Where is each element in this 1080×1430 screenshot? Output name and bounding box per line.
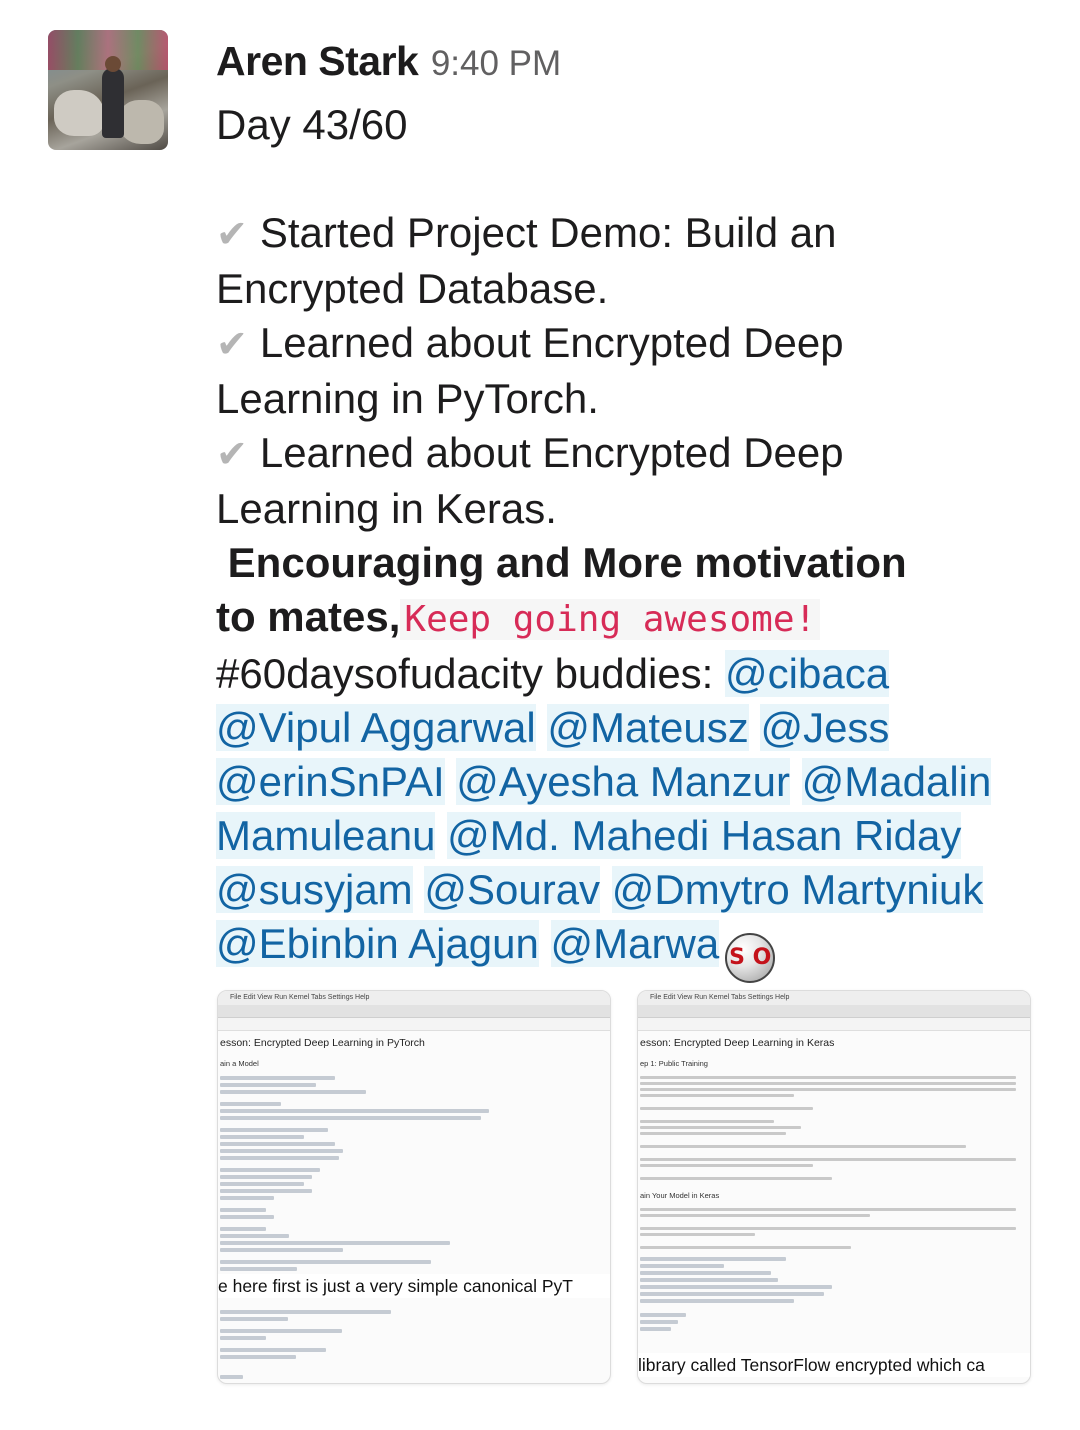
- notebook-toolbar: [218, 1018, 610, 1031]
- mentions-line: @erinSnPAI @Ayesha Manzur @Madalin: [216, 755, 1036, 809]
- inline-code: Keep going awesome!: [400, 599, 821, 640]
- notebook-title: esson: Encrypted Deep Learning in Keras: [640, 1037, 835, 1049]
- checklist-item-continued: Encrypted Database.: [216, 265, 609, 312]
- markdown-cell: [640, 1208, 1024, 1249]
- notebook-menubar: File Edit View Run Kernel Tabs Settings …: [638, 991, 1030, 1005]
- checklist-item: ✔ Learned about Encrypted Deep: [216, 429, 844, 476]
- notebook-title: esson: Encrypted Deep Learning in PyTorc…: [220, 1037, 425, 1049]
- image-attachment-pytorch[interactable]: File Edit View Run Kernel Tabs Settings …: [217, 990, 611, 1384]
- checklist-item: ✔ Started Project Demo: Build an: [216, 209, 837, 256]
- user-mention[interactable]: @Madalin: [801, 758, 992, 805]
- message-header: Aren Stark 9:40 PM: [216, 38, 561, 85]
- sos-badge-icon: S O: [725, 933, 776, 983]
- notebook-tabs: [638, 1005, 1030, 1018]
- checklist-item-continued: Learning in Keras.: [216, 485, 557, 532]
- user-mention[interactable]: @Vipul Aggarwal: [216, 704, 536, 751]
- video-caption: e here first is just a very simple canon…: [218, 1274, 610, 1298]
- user-mention[interactable]: @cibaca: [725, 650, 890, 697]
- checklist-item: ✔ Learned about Encrypted Deep: [216, 319, 844, 366]
- code-cell: [220, 1307, 600, 1383]
- code-cell: [640, 1257, 1024, 1331]
- hashtag-text: #60daysofudacity buddies:: [216, 650, 726, 697]
- check-mark-icon: ✔: [216, 324, 248, 366]
- image-attachment-keras[interactable]: File Edit View Run Kernel Tabs Settings …: [637, 990, 1031, 1384]
- user-mention[interactable]: @Jess: [760, 704, 890, 751]
- code-cell: [220, 1076, 604, 1271]
- user-mention[interactable]: @Dmytro Martyniuk: [611, 866, 984, 913]
- mentions-line: @susyjam @Sourav @Dmytro Martyniuk: [216, 863, 1036, 917]
- checklist-item-continued: Learning in PyTorch.: [216, 375, 599, 422]
- markdown-cell: [640, 1076, 1024, 1180]
- user-mention[interactable]: @Mateusz: [547, 704, 749, 751]
- section-heading: ain Your Model in Keras: [640, 1191, 720, 1200]
- avatar-rock: [54, 90, 104, 136]
- user-mention[interactable]: @erinSnPAI: [216, 758, 445, 805]
- message-title: Day 43/60: [216, 101, 408, 148]
- message-body: Day 43/60 ✔ Started Project Demo: Build a…: [216, 98, 1036, 983]
- user-mention[interactable]: @Ayesha Manzur: [456, 758, 790, 805]
- bold-text: Encouraging and More motivation: [216, 539, 907, 586]
- user-mention[interactable]: @susyjam: [216, 866, 413, 913]
- user-mention[interactable]: @Sourav: [424, 866, 601, 913]
- notebook-menubar: File Edit View Run Kernel Tabs Settings …: [218, 991, 610, 1005]
- avatar-rock: [118, 100, 164, 144]
- user-mention[interactable]: @Marwa: [550, 920, 720, 967]
- check-mark-icon: ✔: [216, 214, 248, 256]
- user-mention[interactable]: Mamuleanu: [216, 812, 436, 859]
- notebook-subtitle: ain a Model: [220, 1059, 259, 1068]
- mentions-line: #60daysofudacity buddies: @cibaca: [216, 647, 1036, 701]
- mentions-line: Mamuleanu @Md. Mahedi Hasan Riday: [216, 809, 1036, 863]
- notebook-subtitle: ep 1: Public Training: [640, 1059, 708, 1068]
- mentions-line: @Ebinbin Ajagun @Marwa S O: [216, 917, 1036, 983]
- author-name[interactable]: Aren Stark: [216, 38, 419, 84]
- mentions-line: @Vipul Aggarwal @Mateusz @Jess: [216, 701, 1036, 755]
- notebook-toolbar: [638, 1018, 1030, 1031]
- bold-text: to mates,: [216, 593, 401, 640]
- avatar-head: [105, 56, 121, 72]
- video-caption: library called TensorFlow encrypted whic…: [638, 1353, 1030, 1377]
- check-mark-icon: ✔: [216, 434, 248, 476]
- user-mention[interactable]: @Ebinbin Ajagun: [216, 920, 539, 967]
- notebook-tabs: [218, 1005, 610, 1018]
- user-mention[interactable]: @Md. Mahedi Hasan Riday: [447, 812, 962, 859]
- message-timestamp[interactable]: 9:40 PM: [431, 44, 561, 83]
- motivation-line: to mates, Keep going awesome!: [216, 590, 1036, 647]
- user-avatar[interactable]: [48, 30, 168, 150]
- avatar-person: [102, 68, 124, 138]
